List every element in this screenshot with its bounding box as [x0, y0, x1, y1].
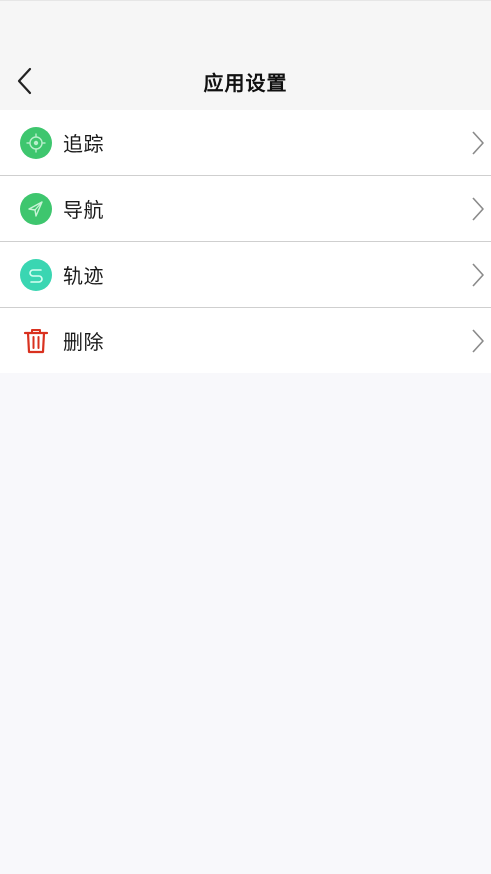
- menu-item-label: 删除: [63, 330, 104, 354]
- menu-item-track[interactable]: 轨迹: [0, 242, 491, 308]
- chevron-right-icon: [472, 196, 484, 221]
- empty-content-area: [0, 373, 491, 873]
- target-icon: [20, 126, 52, 159]
- menu-item-label: 导航: [63, 198, 104, 222]
- chevron-right-icon: [472, 262, 484, 287]
- trash-icon: [23, 328, 49, 353]
- menu-item-label: 追踪: [63, 132, 104, 156]
- menu-item-label: 轨迹: [63, 264, 104, 288]
- app-header: 应用设置: [0, 0, 491, 110]
- menu-item-tracking[interactable]: 追踪: [0, 110, 491, 176]
- chevron-right-icon: [472, 130, 484, 155]
- menu-item-navigation[interactable]: 导航: [0, 176, 491, 242]
- page-title: 应用设置: [203, 71, 288, 95]
- track-path-icon: [20, 258, 52, 291]
- navigation-arrow-icon: [20, 192, 52, 225]
- menu-item-delete[interactable]: 删除: [0, 308, 491, 373]
- settings-menu: 追踪 导航 轨迹 删除: [0, 110, 491, 373]
- chevron-right-icon: [472, 328, 484, 353]
